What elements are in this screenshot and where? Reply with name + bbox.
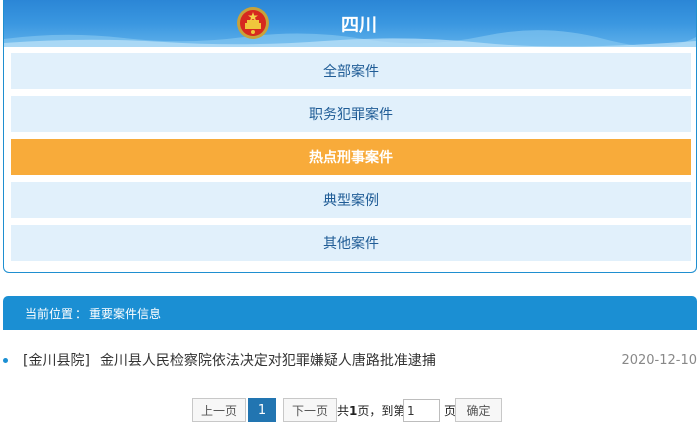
case-title: 金川县人民检察院依法决定对犯罪嫌疑人唐路批准逮捕 [99, 353, 436, 369]
total-pages-text: 共1页，到第 [337, 404, 406, 418]
case-date: 2020-12-10 [621, 352, 697, 368]
list-item: [金川县院] 金川县人民检察院依法决定对犯罪嫌疑人唐路批准逮捕 2020-12-1… [3, 346, 697, 374]
menu-item-typical-cases[interactable]: 典型案例 [11, 182, 691, 218]
bullet-icon [3, 357, 8, 363]
category-panel: 四川 全部案件 职务犯罪案件 热点刑事案件 典型案例 其他案件 [3, 0, 697, 273]
menu-item-duty-crime-cases[interactable]: 职务犯罪案件 [11, 96, 691, 132]
breadcrumb-current[interactable]: 重要案件信息 [89, 305, 161, 322]
breadcrumb-separator: ： [75, 306, 88, 321]
prev-page-button[interactable]: 上一页 [192, 398, 246, 422]
next-page-button[interactable]: 下一页 [283, 398, 337, 422]
page-title: 四川 [341, 15, 377, 36]
case-link[interactable]: [金川县院] 金川县人民检察院依法决定对犯罪嫌疑人唐路批准逮捕 [23, 350, 621, 370]
menu-item-other-cases[interactable]: 其他案件 [11, 225, 691, 261]
goto-page-input[interactable] [403, 399, 440, 422]
menu-item-all-cases[interactable]: 全部案件 [11, 53, 691, 89]
case-source-tag: [金川县院] [23, 353, 90, 369]
menu-item-hot-criminal-cases[interactable]: 热点刑事案件 [11, 139, 691, 175]
panel-header: 四川 [4, 0, 696, 47]
page-1-button[interactable]: 1 [248, 398, 276, 422]
confirm-button[interactable]: 确定 [455, 398, 502, 422]
breadcrumb: 当前位置：重要案件信息 [3, 296, 697, 330]
pagination: 上一页 1 下一页 共1页，到第 页 确定 [0, 398, 700, 424]
breadcrumb-prefix: 当前位置 [25, 306, 74, 321]
